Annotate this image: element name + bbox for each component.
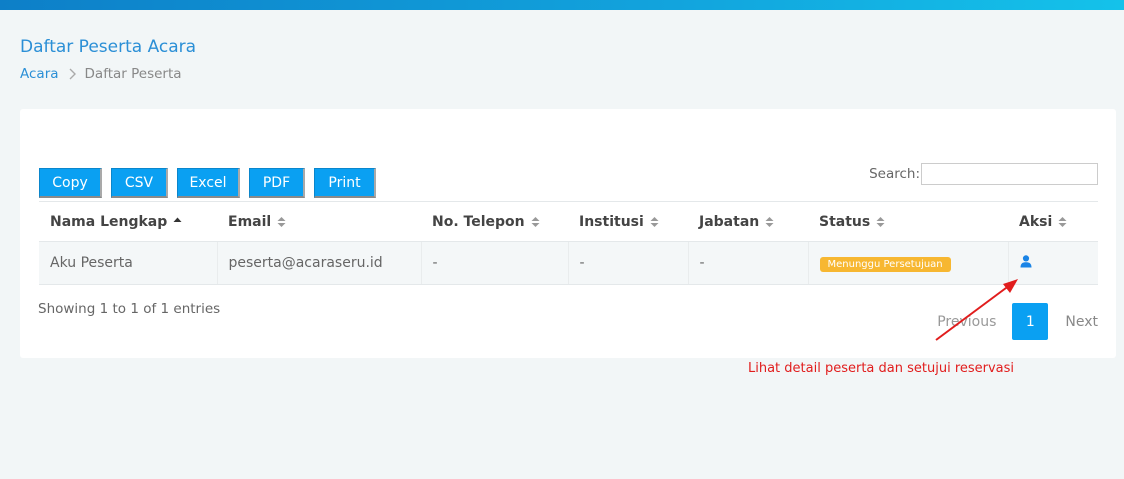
sort-both-icon [765,216,774,228]
page-button-1[interactable]: 1 [1012,303,1049,340]
pdf-button[interactable]: PDF [249,168,305,198]
sort-both-icon [277,216,286,228]
column-header-name[interactable]: Nama Lengkap [39,201,217,242]
cell-email: peserta@acaraseru.id [217,241,422,285]
sort-both-icon [531,216,540,228]
csv-button[interactable]: CSV [111,168,168,198]
column-header-institution[interactable]: Institusi [568,201,688,242]
print-button[interactable]: Print [314,168,376,198]
next-page-button[interactable]: Next [1065,314,1098,330]
cell-name: Aku Peserta [39,241,218,285]
column-header-status[interactable]: Status [808,201,1008,242]
column-header-position[interactable]: Jabatan [688,201,808,242]
excel-button[interactable]: Excel [177,168,240,198]
pagination: Previous 1 Next [937,303,1098,340]
table-info: Showing 1 to 1 of 1 entries [38,301,221,317]
table-row: Aku Peserta peserta@acaraseru.id - - - M… [39,241,1098,285]
sort-both-icon [876,216,885,228]
cell-status: Menunggu Persetujuan [808,241,1009,285]
breadcrumb-link-acara[interactable]: Acara [20,66,59,82]
column-header-action[interactable]: Aksi [1008,201,1098,242]
column-header-phone[interactable]: No. Telepon [421,201,568,242]
cell-position: - [688,241,809,285]
export-button-group: Copy CSV Excel PDF Print [39,168,385,198]
chevron-right-icon [69,68,77,80]
cell-action [1008,241,1098,285]
search-input[interactable] [921,163,1098,185]
previous-page-button[interactable]: Previous [937,314,996,330]
cell-institution: - [568,241,689,285]
breadcrumb: Acara Daftar Peserta [20,66,182,82]
page-title: Daftar Peserta Acara [20,37,197,57]
cell-phone: - [421,241,569,285]
status-badge: Menunggu Persetujuan [819,256,951,272]
participants-table: Nama Lengkap Email No. Telepon Institusi… [39,201,1098,285]
participants-card: Copy CSV Excel PDF Print Search: Nama Le… [20,109,1116,358]
breadcrumb-current: Daftar Peserta [84,66,182,82]
search-box: Search: [869,163,1098,185]
sort-asc-icon [173,216,182,228]
sort-both-icon [650,216,659,228]
user-icon[interactable] [1020,254,1032,268]
table-header-row: Nama Lengkap Email No. Telepon Institusi… [39,201,1098,242]
sort-both-icon [1058,216,1067,228]
column-header-email[interactable]: Email [217,201,421,242]
annotation-text: Lihat detail peserta dan setujui reserva… [748,361,1015,376]
top-accent-bar [0,0,1124,10]
copy-button[interactable]: Copy [39,168,102,198]
search-label: Search: [869,166,920,182]
